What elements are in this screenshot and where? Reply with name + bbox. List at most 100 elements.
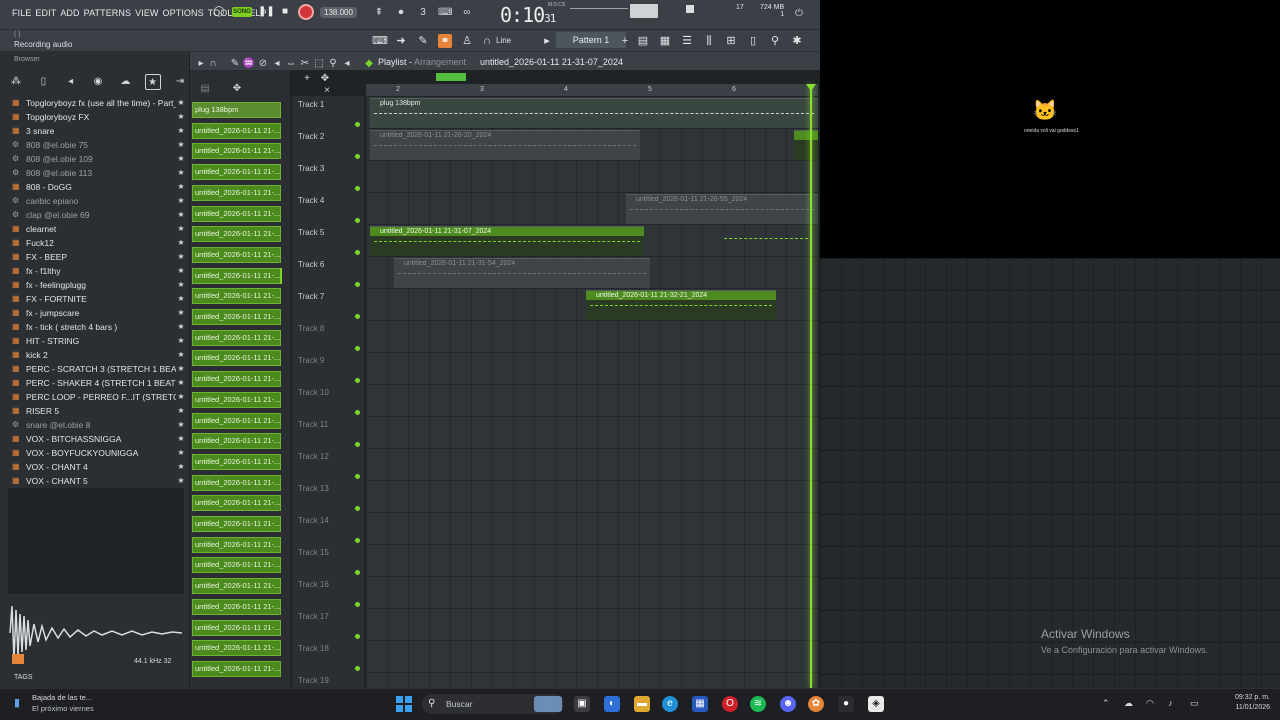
track-label[interactable]: Track 3 [298, 164, 324, 173]
track-mute-led[interactable] [355, 250, 360, 255]
step-edit-icon[interactable]: ⌨ [438, 6, 452, 20]
track-mute-led[interactable] [355, 186, 360, 191]
play-pause-button[interactable]: ❚❚ [258, 5, 275, 19]
favorite-star-icon[interactable]: ★ [176, 306, 186, 320]
browser-item[interactable]: ▦ VOX - CHANT 4 ★ [10, 460, 186, 474]
track-label[interactable]: Track 14 [298, 516, 329, 525]
track-label[interactable]: Track 7 [298, 292, 324, 301]
channel-button[interactable]: plug 138bpm [192, 102, 281, 118]
favorite-star-icon[interactable]: ★ [176, 180, 186, 194]
loop-range[interactable] [436, 73, 466, 81]
favorite-star-icon[interactable]: ★ [176, 194, 186, 208]
channel-rack-icon[interactable]: ☰ [680, 34, 694, 48]
discord-icon[interactable]: ☻ [780, 696, 796, 712]
stamp-icon[interactable]: ♙ [460, 34, 474, 48]
favorite-star-icon[interactable]: ★ [176, 124, 186, 138]
zoom-tool-icon[interactable]: ⚲ [326, 57, 340, 71]
favorite-star-icon[interactable]: ★ [176, 222, 186, 236]
browser-item[interactable]: ▦ PERC - SHAKER 4 (STRETCH 1 BEAT) ★ [10, 376, 186, 390]
track-mute-led[interactable] [355, 666, 360, 671]
browser-item[interactable]: ⚙ 808 @el.obie 109 ★ [10, 152, 186, 166]
browser-item[interactable]: ⚙ clap @el.obie 69 ★ [10, 208, 186, 222]
piano-roll-icon[interactable]: ▦ [658, 34, 672, 48]
track-label[interactable]: Track 18 [298, 644, 329, 653]
track-label[interactable]: Track 13 [298, 484, 329, 493]
favorite-star-icon[interactable]: ★ [176, 348, 186, 362]
browser-item[interactable]: ▦ FX - FORTNITE ★ [10, 292, 186, 306]
favorite-star-icon[interactable]: ★ [176, 208, 186, 222]
browser-item[interactable]: ▦ VOX - BOYFUCKYOUNIGGA ★ [10, 446, 186, 460]
favorite-star-icon[interactable]: ★ [176, 460, 186, 474]
channel-button[interactable]: untitled_2026-01-11 21-... [192, 143, 281, 160]
battery-icon[interactable]: ▭ [1190, 698, 1199, 709]
favorite-star-icon[interactable]: ★ [176, 292, 186, 306]
song-mode-toggle[interactable]: SONG [232, 7, 252, 17]
browser-item[interactable]: ▦ VOX - BITCHASSNIGGA ★ [10, 432, 186, 446]
expand-icon[interactable]: ✥ [318, 72, 332, 86]
opera-icon[interactable]: O [722, 696, 738, 712]
favorite-star-icon[interactable]: ★ [176, 418, 186, 432]
menu-edit[interactable]: EDIT [35, 8, 56, 18]
track-mute-led[interactable] [355, 314, 360, 319]
favorite-star-icon[interactable]: ★ [176, 152, 186, 166]
playback-tool-icon[interactable]: ◂ [340, 57, 354, 71]
mixer-icon[interactable]: ⫼ [702, 34, 716, 48]
store-icon[interactable]: ▦ [692, 696, 708, 712]
audio-clip[interactable]: untitled_2026-01-11 21-26-20_2024 [370, 130, 640, 160]
cloud-icon[interactable]: ☁ [117, 74, 133, 90]
favorite-star-icon[interactable]: ★ [176, 474, 186, 488]
menu-view[interactable]: VIEW [135, 8, 158, 18]
pattern-prev-icon[interactable]: ▸ [540, 34, 554, 48]
edge-icon[interactable]: e [662, 696, 678, 712]
loop-icon[interactable]: ◯ [212, 5, 226, 19]
browser-item[interactable]: ▦ VOX - CHANT 5 ★ [10, 474, 186, 488]
channel-button[interactable]: untitled_2026-01-11 21-... [192, 516, 281, 532]
playlist-grid[interactable] [366, 96, 818, 688]
channel-button[interactable]: untitled_2026-01-11 21-... [192, 536, 281, 553]
favorite-star-icon[interactable]: ★ [176, 432, 186, 446]
audio-clip[interactable]: untitled_2026-01-11 21-32-21_2024 [586, 290, 776, 320]
channel-button[interactable]: untitled_2026-01-11 21-... [192, 184, 281, 201]
channel-button[interactable]: untitled_2026-01-11 21-... [192, 246, 281, 263]
slice-tool-icon[interactable]: ✂ [298, 57, 312, 71]
track-mute-led[interactable] [355, 154, 360, 159]
channel-button[interactable]: untitled_2026-01-11 21-... [192, 288, 281, 305]
browser-item[interactable]: ⚙ 808 @el.obie 113 ★ [10, 166, 186, 180]
play-marker-icon[interactable] [12, 654, 24, 664]
channel-list-icon[interactable]: ▤ [198, 82, 212, 96]
magnet-icon[interactable]: ∩ [480, 34, 494, 48]
browser-item[interactable]: ⚙ snare @el.obie 8 ★ [10, 418, 186, 432]
track-label[interactable]: Track 5 [298, 228, 324, 237]
track-label[interactable]: Track 6 [298, 260, 324, 269]
track-label[interactable]: Track 12 [298, 452, 329, 461]
weather-icon[interactable]: ▮ [14, 696, 24, 712]
channel-button[interactable]: untitled_2026-01-11 21-... [192, 619, 281, 636]
sounds-icon[interactable]: ◉ [90, 74, 106, 90]
draw-tool-icon[interactable]: ✎ [228, 57, 242, 71]
browser-item[interactable]: ▦ PERC - SCRATCH 3 (STRETCH 1 BEAT) ★ [10, 362, 186, 376]
add-track-icon[interactable]: + [300, 72, 314, 86]
track-label[interactable]: Track 17 [298, 612, 329, 621]
weather-widget[interactable]: Bajada de las te... El próximo viernes [32, 693, 94, 713]
start-button[interactable] [396, 696, 412, 712]
favorite-star-icon[interactable]: ★ [176, 362, 186, 376]
timeline-ruler[interactable] [366, 84, 818, 96]
select-tool-icon[interactable]: ⬚ [312, 57, 326, 71]
track-mute-led[interactable] [355, 474, 360, 479]
browser-item[interactable]: ▦ fx - feelingplugg ★ [10, 278, 186, 292]
browser-item[interactable]: ▦ fx - jumpscare ★ [10, 306, 186, 320]
channel-button[interactable]: untitled_2026-01-11 21-... [192, 122, 281, 139]
move-icon[interactable]: ✥ [230, 82, 244, 96]
channel-button[interactable]: untitled_2026-01-11 21-... [192, 557, 281, 574]
arrow-right-icon[interactable]: ➜ [394, 34, 408, 48]
stop-button[interactable]: ■ [278, 5, 292, 19]
audio-clip[interactable]: plug 138bpm [370, 98, 818, 128]
channel-button[interactable]: untitled_2026-01-11 21-... [192, 495, 281, 512]
browser-item[interactable]: ▦ HIT - STRING ★ [10, 334, 186, 348]
slip-tool-icon[interactable]: ⇔ [284, 57, 298, 71]
magnet-snap-icon[interactable]: ∩ [206, 57, 220, 71]
audio-clip[interactable]: untitled_2026-01-11 21-31-07_2024 [370, 226, 644, 256]
tools-icon[interactable]: ✱ [790, 34, 804, 48]
browser-icon[interactable]: ⊞ [724, 34, 738, 48]
track-mute-led[interactable] [355, 602, 360, 607]
